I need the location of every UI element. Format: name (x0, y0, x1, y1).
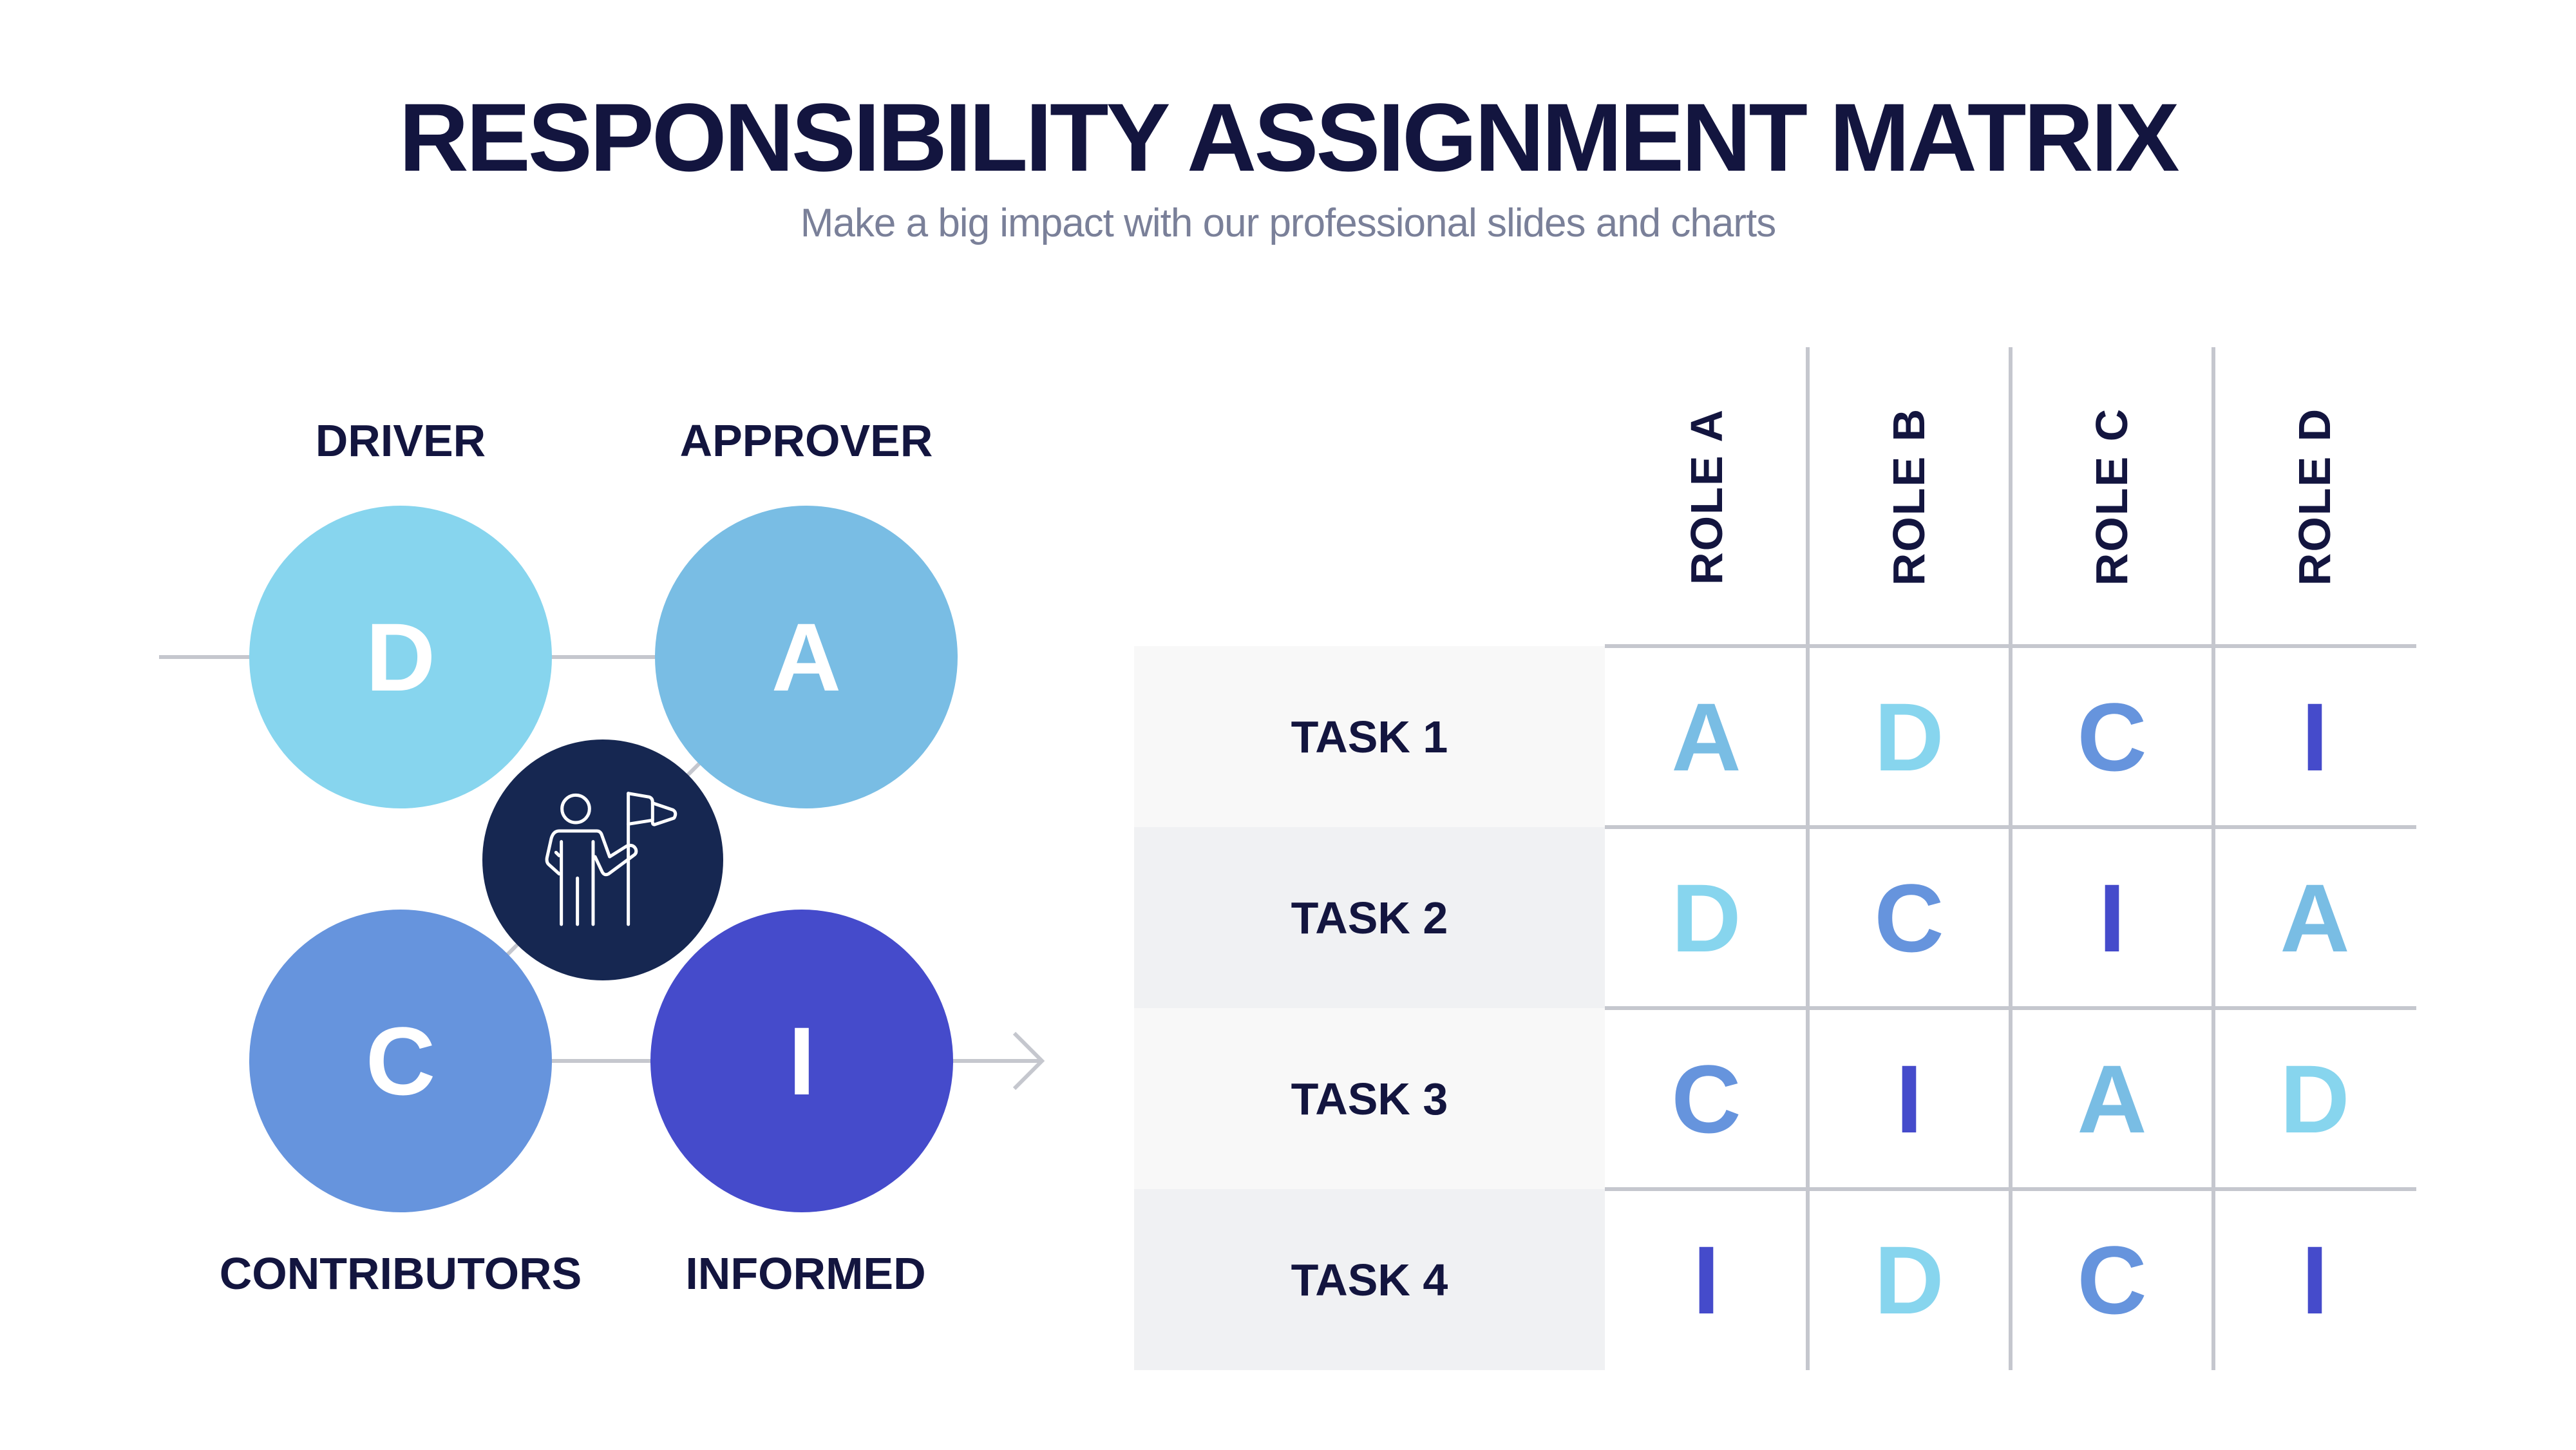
raci-matrix: TASK 1 TASK 2 TASK 3 TASK 4 ROLE A ROLE B ROLE… (0, 0, 2576, 1450)
task-label-2: TASK 2 (1134, 827, 1605, 1008)
matrix-cell: I (2301, 682, 2329, 791)
matrix-cell: I (1692, 1225, 1720, 1334)
role-header-1: ROLE A (1605, 347, 1808, 646)
task-label-3: TASK 3 (1134, 1008, 1605, 1189)
matrix-cell: D (1671, 863, 1741, 972)
matrix-cell: D (1874, 1225, 1944, 1334)
role-header-label: ROLE C (2087, 407, 2137, 586)
matrix-cell: I (1895, 1044, 1923, 1153)
task-label-4: TASK 4 (1134, 1189, 1605, 1370)
matrix-cell: A (1671, 682, 1741, 791)
role-header-label: ROLE D (2289, 407, 2340, 586)
matrix-cell: D (1874, 682, 1944, 791)
role-header-4: ROLE D (2213, 347, 2416, 646)
matrix-cell: I (2098, 863, 2126, 972)
matrix-cell: C (2077, 1225, 2147, 1334)
role-header-2: ROLE B (1808, 347, 2011, 646)
matrix-cell: C (1874, 863, 1944, 972)
task-label-1: TASK 1 (1134, 646, 1605, 827)
matrix-cell: D (2280, 1044, 2350, 1153)
matrix-cell: A (2077, 1044, 2147, 1153)
matrix-cell: C (1671, 1044, 1741, 1153)
role-header-label: ROLE A (1681, 408, 1732, 585)
matrix-cell: C (2077, 682, 2147, 791)
role-header-3: ROLE C (2011, 347, 2213, 646)
matrix-cell: I (2301, 1225, 2329, 1334)
matrix-cell: A (2280, 863, 2350, 972)
role-header-label: ROLE B (1884, 407, 1935, 586)
